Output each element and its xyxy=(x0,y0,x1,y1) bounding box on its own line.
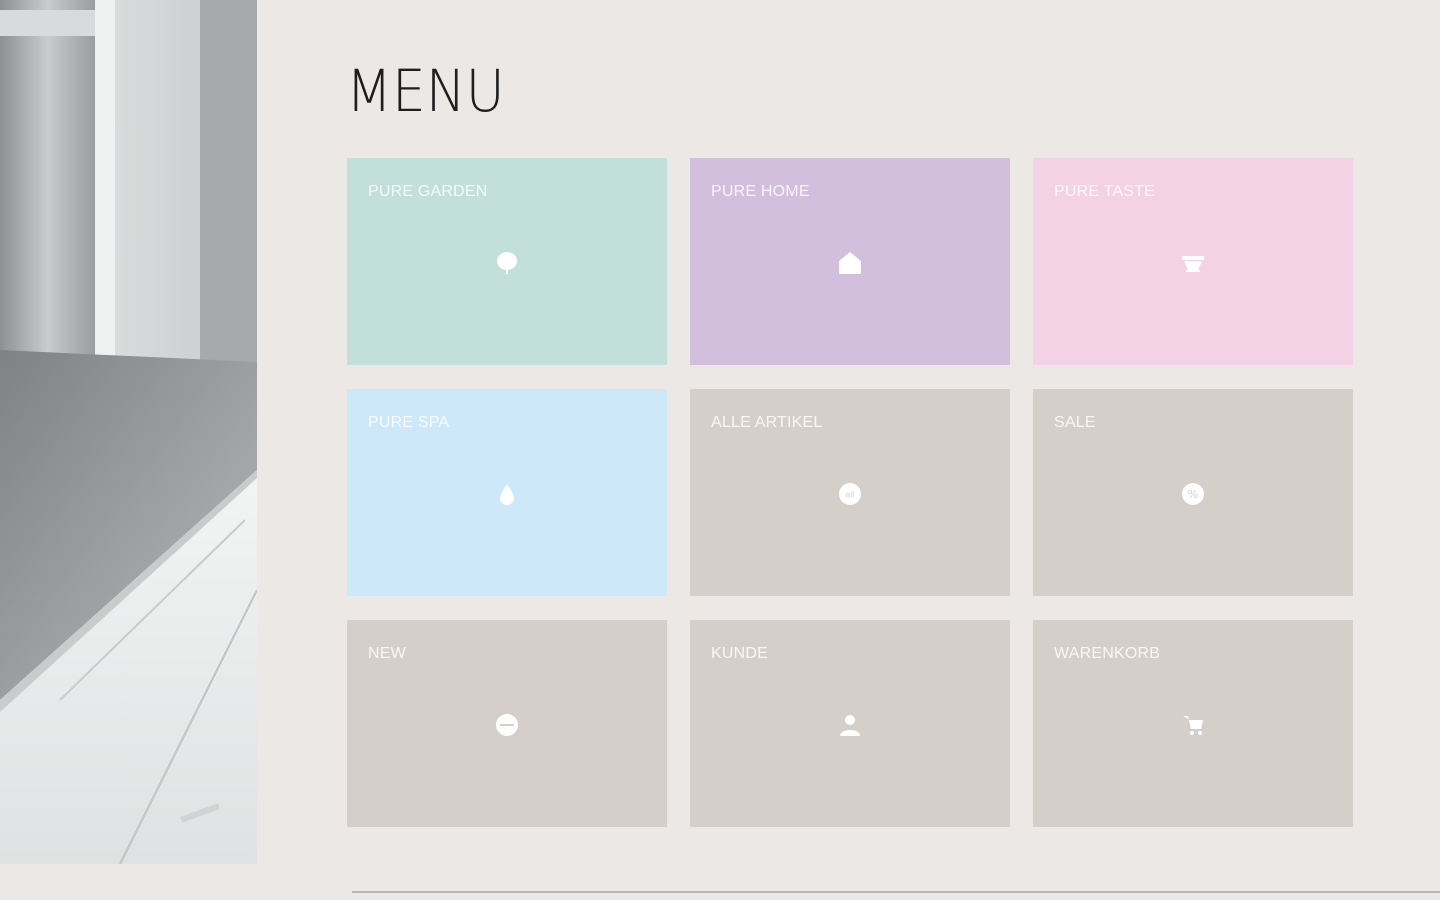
menu-grid: PURE GARDEN PURE HOME PURE TASTE PURE SP… xyxy=(347,158,1354,827)
tile-pure-spa[interactable]: PURE SPA xyxy=(347,389,667,596)
bowl-icon xyxy=(1180,250,1206,276)
svg-text:all: all xyxy=(845,490,854,499)
tile-alle-artikel[interactable]: ALLE ARTIKEL all xyxy=(690,389,1010,596)
user-icon xyxy=(837,712,863,738)
tile-kunde[interactable]: KUNDE xyxy=(690,620,1010,827)
new-badge-icon xyxy=(494,712,520,738)
tile-label: PURE TASTE xyxy=(1054,183,1155,200)
kitchen-photo xyxy=(0,0,257,864)
leaf-pin-icon xyxy=(494,250,520,276)
percent-icon: % xyxy=(1180,481,1206,507)
bottom-divider xyxy=(352,891,1440,893)
water-drop-icon xyxy=(494,481,520,507)
tile-label: SALE xyxy=(1054,414,1096,431)
tile-label: PURE HOME xyxy=(711,183,810,200)
tile-label: ALLE ARTIKEL xyxy=(711,414,823,431)
cart-icon xyxy=(1180,712,1206,738)
tile-pure-garden[interactable]: PURE GARDEN xyxy=(347,158,667,365)
menu-page: MENU PURE GARDEN PURE HOME PURE TASTE PU… xyxy=(0,0,1440,900)
tile-pure-taste[interactable]: PURE TASTE xyxy=(1033,158,1353,365)
svg-text:%: % xyxy=(1188,488,1198,501)
page-title: MENU xyxy=(346,57,505,125)
home-icon xyxy=(837,250,863,276)
tile-label: KUNDE xyxy=(711,645,769,662)
tile-warenkorb[interactable]: WARENKORB xyxy=(1033,620,1353,827)
tile-label: NEW xyxy=(368,645,406,662)
tile-sale[interactable]: SALE % xyxy=(1033,389,1353,596)
tile-label: PURE GARDEN xyxy=(368,183,488,200)
tile-label: WARENKORB xyxy=(1054,645,1161,662)
all-articles-icon: all xyxy=(837,481,863,507)
tile-pure-home[interactable]: PURE HOME xyxy=(690,158,1010,365)
tile-label: PURE SPA xyxy=(368,414,450,431)
tile-new[interactable]: NEW xyxy=(347,620,667,827)
